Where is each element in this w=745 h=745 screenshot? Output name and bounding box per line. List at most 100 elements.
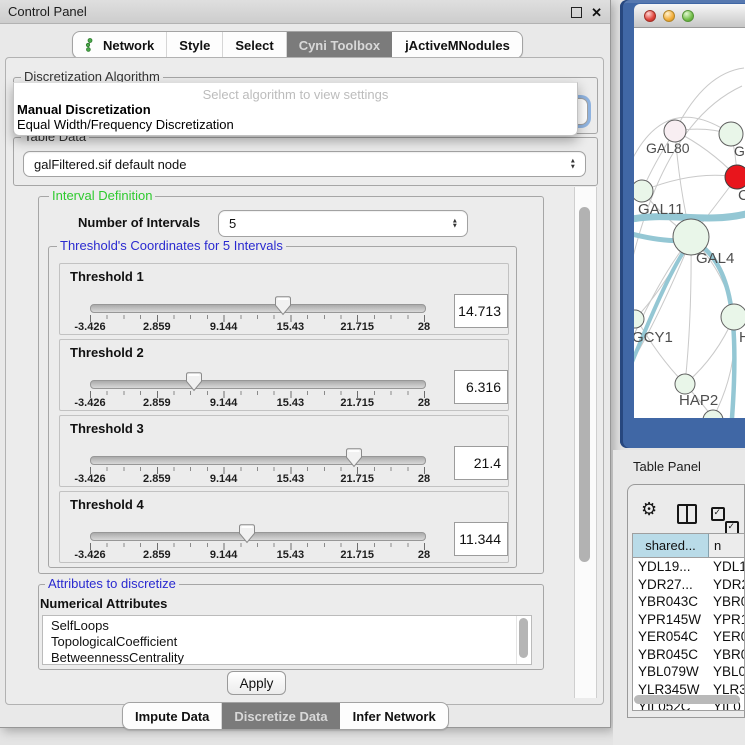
threshold-slider-track[interactable] — [90, 380, 426, 389]
cell-name: YBR0 — [709, 647, 744, 662]
dropdown-item-manual-discretization[interactable]: Manual Discretization — [14, 102, 577, 117]
tick-label: -3.426 — [74, 321, 105, 333]
table-header-row: shared... n — [633, 534, 744, 558]
node-label-gal4: GAL4 — [696, 250, 734, 267]
threshold-panel: Threshold 4 -3.4262.8599.14415.4321.7152… — [59, 491, 509, 563]
apply-button[interactable]: Apply — [227, 671, 286, 695]
threshold-value-field[interactable]: 6.316 — [454, 370, 508, 404]
table-row[interactable]: YDL19...YDL1 — [633, 558, 744, 576]
tick-label: 21.715 — [340, 321, 374, 333]
node-gal80[interactable] — [664, 120, 686, 142]
threshold-slider-thumb[interactable] — [186, 372, 202, 392]
tab-impute-data[interactable]: Impute Data — [123, 703, 221, 729]
tick-label: -3.426 — [74, 397, 105, 409]
tick-label: 9.144 — [210, 321, 238, 333]
tab-style[interactable]: Style — [166, 32, 222, 58]
network-window-titlebar[interactable] — [634, 4, 745, 28]
threshold-slider-thumb[interactable] — [239, 524, 255, 544]
float-window-icon[interactable] — [571, 7, 582, 18]
tab-jactivemnodules[interactable]: jActiveMNodules — [392, 32, 522, 58]
node-gcy1[interactable] — [634, 310, 644, 328]
tick-label: 15.43 — [277, 397, 305, 409]
table-row[interactable]: YBR043CYBR0 — [633, 593, 744, 611]
tab-network-label: Network — [103, 38, 154, 53]
threshold-slider-track[interactable] — [90, 532, 426, 541]
slider-major-ticks — [90, 391, 425, 398]
tab-discretize-data[interactable]: Discretize Data — [221, 703, 339, 729]
tick-label: -3.426 — [74, 549, 105, 561]
numerical-attributes-listbox: SelfLoopsTopologicalCoefficientBetweenne… — [42, 615, 532, 665]
tick-label: 2.859 — [143, 321, 171, 333]
attributes-scrollbar-thumb[interactable] — [519, 618, 528, 658]
tab-style-label: Style — [179, 38, 210, 53]
zoom-traffic-light-icon[interactable] — [682, 10, 694, 22]
close-icon[interactable] — [591, 6, 602, 19]
threshold-panel: Threshold 1 -3.4262.8599.14415.4321.7152… — [59, 263, 509, 335]
node-label-partial-h: H — [739, 329, 745, 346]
attribute-item[interactable]: TopologicalCoefficient — [43, 634, 531, 650]
slider-major-ticks — [90, 543, 425, 550]
cell-shared-name: YDR27... — [633, 577, 709, 592]
threshold-slider-thumb[interactable] — [275, 296, 291, 316]
slider-major-ticks — [90, 467, 425, 474]
column-header-name[interactable]: n — [709, 534, 744, 557]
gear-icon[interactable] — [641, 500, 657, 518]
minimize-traffic-light-icon[interactable] — [663, 10, 675, 22]
node-table-body: YDL19...YDL1YDR27...YDR2YBR043CYBR0YPR14… — [633, 558, 744, 711]
tick-label: 28 — [418, 549, 430, 561]
window-title: Control Panel — [8, 4, 87, 19]
thresholds-group-title: Threshold's Coordinates for 5 Intervals — [57, 239, 286, 253]
attributes-scrollbar-track[interactable] — [516, 616, 531, 664]
threshold-slider-track[interactable] — [90, 304, 426, 313]
table-panel-title: Table Panel — [633, 459, 701, 474]
table-row[interactable]: YPR145WYPR1 — [633, 611, 744, 629]
column-layout-icon[interactable] — [677, 504, 697, 524]
attribute-item[interactable]: SelfLoops — [43, 618, 531, 634]
table-row[interactable]: YBL079WYBL0 — [633, 663, 744, 681]
tab-cyni-toolbox[interactable]: Cyni Toolbox — [286, 32, 392, 58]
cell-name: YPR1 — [709, 612, 744, 627]
table-row[interactable]: YDR27...YDR2 — [633, 576, 744, 594]
node-label-gcy1: GCY1 — [634, 329, 673, 346]
threshold-slider-track[interactable] — [90, 456, 426, 465]
network-canvas[interactable]: GAL80 GA C GAL11 GAL4 GCY1 H HAP2 — [634, 28, 745, 418]
checkbox-icon[interactable] — [711, 507, 725, 521]
cell-name: YBR0 — [709, 594, 744, 609]
number-of-intervals-value: 5 — [229, 216, 236, 231]
threshold-slider-thumb[interactable] — [346, 448, 362, 468]
table-horizontal-scrollbar-thumb[interactable] — [634, 695, 740, 704]
node-hap2[interactable] — [675, 374, 695, 394]
column-header-shared-name[interactable]: shared... — [633, 534, 709, 557]
number-of-intervals-combobox[interactable]: 5 — [218, 210, 468, 237]
table-data-combobox-value: galFiltered.sif default node — [34, 157, 186, 172]
dropdown-hint: Select algorithm to view settings — [14, 87, 577, 102]
threshold-value-field[interactable]: 11.344 — [454, 522, 508, 556]
node-selected-red[interactable] — [725, 165, 745, 189]
node-label-hap2: HAP2 — [679, 392, 718, 409]
node-right[interactable] — [721, 304, 745, 330]
table-row[interactable]: YBR045CYBR0 — [633, 646, 744, 664]
tick-label: 15.43 — [277, 321, 305, 333]
dropdown-item-equal-width-frequency[interactable]: Equal Width/Frequency Discretization — [14, 117, 577, 132]
tick-label: 21.715 — [340, 473, 374, 485]
tab-infer-network[interactable]: Infer Network — [340, 703, 448, 729]
cell-shared-name: YDL19... — [633, 559, 709, 574]
numerical-attributes-label: Numerical Attributes — [40, 596, 167, 611]
combo-arrows-icon — [570, 159, 576, 170]
tab-network[interactable]: Network — [73, 32, 166, 58]
table-row[interactable]: YER054CYER0 — [633, 628, 744, 646]
node-gal11[interactable] — [634, 180, 653, 202]
cell-shared-name: YPR145W — [633, 612, 709, 627]
threshold-value-field[interactable]: 14.713 — [454, 294, 508, 328]
tab-select-label: Select — [235, 38, 273, 53]
node-bottom[interactable] — [703, 410, 723, 418]
attributes-group-title: Attributes to discretize — [45, 577, 179, 591]
tab-select[interactable]: Select — [222, 32, 285, 58]
panel-scrollbar-thumb[interactable] — [579, 207, 590, 562]
cell-shared-name: YBL079W — [633, 664, 709, 679]
threshold-value-field[interactable]: 21.4 — [454, 446, 508, 480]
attribute-item[interactable]: BetweennessCentrality — [43, 650, 531, 665]
table-data-combobox[interactable]: galFiltered.sif default node — [23, 151, 586, 177]
cell-name: YER0 — [709, 629, 744, 644]
close-traffic-light-icon[interactable] — [644, 10, 656, 22]
